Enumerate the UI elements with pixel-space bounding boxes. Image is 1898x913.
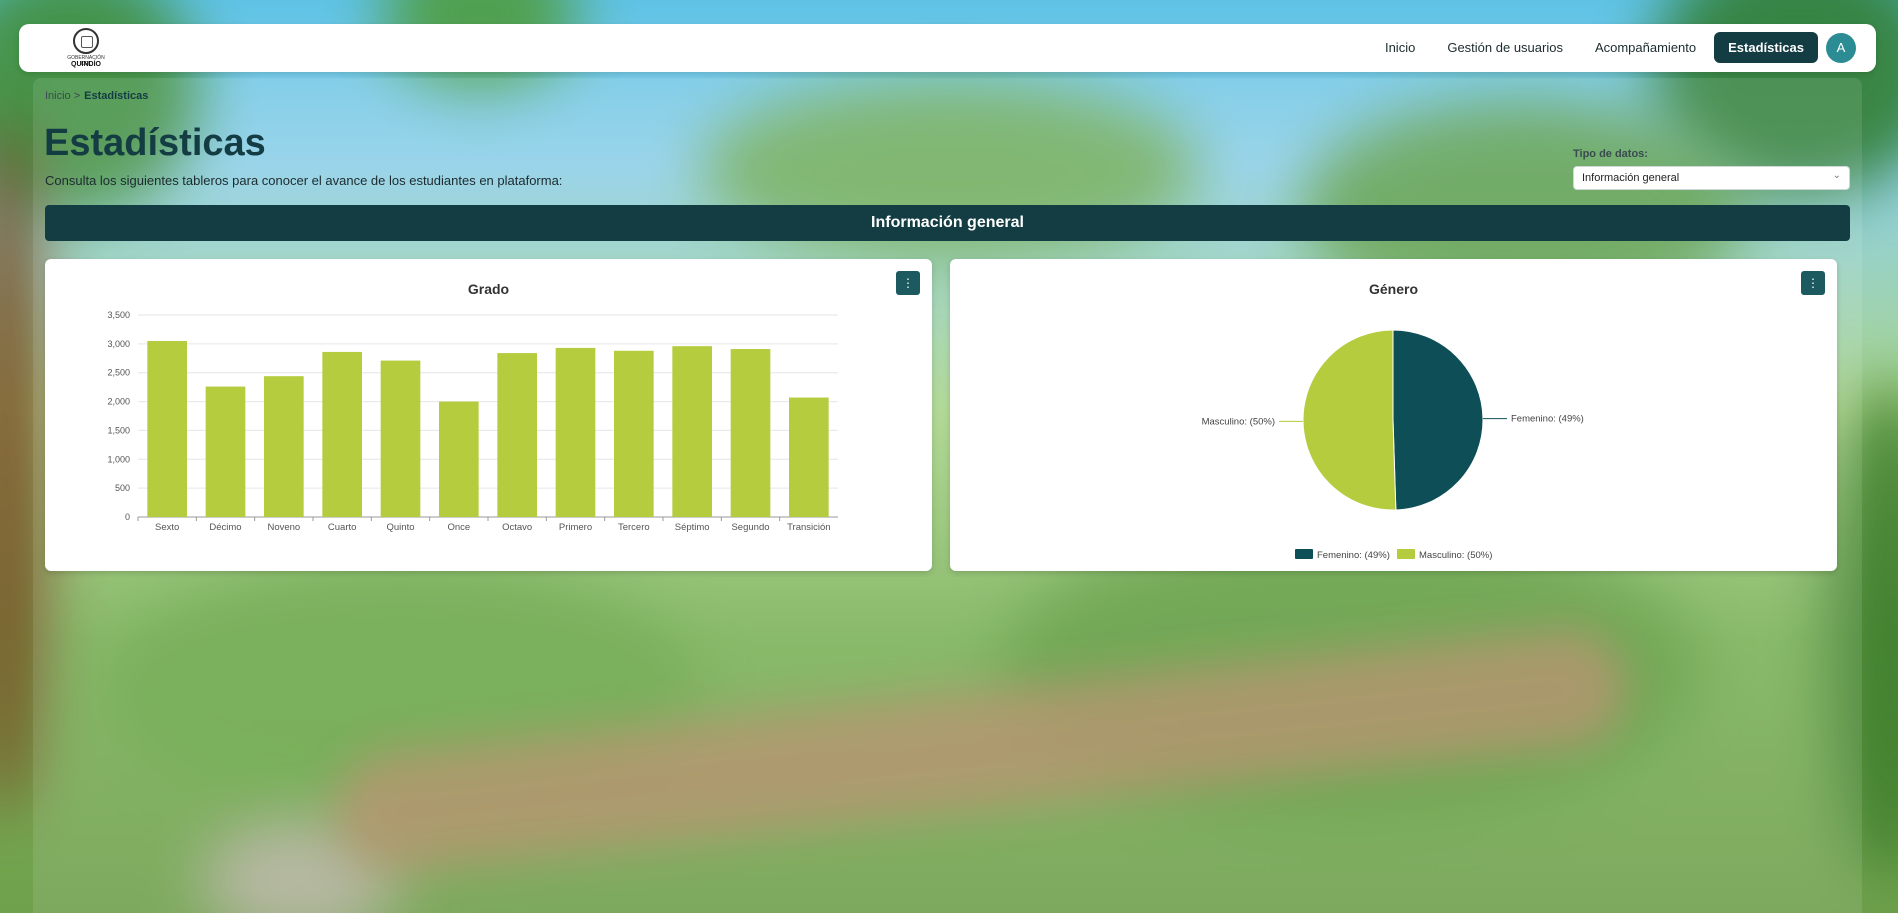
data-type-label: Tipo de datos:	[1573, 148, 1648, 160]
x-tick-label: Once	[447, 522, 470, 533]
legend-label[interactable]: Masculino: (50%)	[1419, 550, 1492, 561]
x-tick-label: Segundo	[731, 522, 769, 533]
seal-icon	[73, 28, 99, 54]
legend-swatch[interactable]	[1397, 549, 1415, 559]
user-avatar[interactable]: A	[1826, 32, 1856, 63]
nav-link-gestion-usuarios[interactable]: Gestión de usuarios	[1433, 32, 1577, 63]
x-tick-label: Séptimo	[675, 522, 710, 533]
nav-link-acompanamiento[interactable]: Acompañamiento	[1581, 32, 1710, 63]
pie-slice-femenino[interactable]	[1392, 329, 1484, 511]
nav-link-inicio[interactable]: Inicio	[1371, 32, 1429, 63]
top-navbar: GOBERNACIÓN DEL QUINDÍO Inicio Gestión d…	[19, 24, 1876, 72]
page-title: Estadísticas	[44, 122, 266, 164]
breadcrumb-home[interactable]: Inicio >	[45, 90, 80, 102]
grado-bar-chart: 0 500 1,000 1,500 2,000 2,500 3,000 3,500 Sexto D…	[107, 310, 838, 533]
y-tick-label: 0	[125, 512, 130, 522]
genero-pie-chart: Femenino: (49%) Masculino: (50%) Femenino:…	[1202, 329, 1584, 561]
logo-line-2: QUINDÍO	[71, 61, 101, 68]
data-type-selected-value: Información general	[1582, 172, 1680, 184]
bar-octavo[interactable]	[497, 353, 537, 517]
bar-tercero[interactable]	[614, 350, 654, 517]
x-tick-label: Noveno	[267, 522, 300, 533]
bar-noveno[interactable]	[264, 376, 304, 517]
y-tick-label: 3,000	[107, 339, 130, 349]
bar-séptimo[interactable]	[672, 346, 712, 517]
bar-transición[interactable]	[789, 397, 829, 517]
pie-slice-label: Femenino: (49%)	[1511, 414, 1584, 425]
x-tick-label: Octavo	[502, 522, 532, 533]
legend-label[interactable]: Femenino: (49%)	[1317, 550, 1390, 561]
y-tick-label: 3,500	[107, 310, 130, 320]
gobernacion-logo[interactable]: GOBERNACIÓN DEL QUINDÍO	[63, 28, 109, 70]
nav-menu: Inicio Gestión de usuarios Acompañamient…	[1371, 32, 1856, 63]
pie-slice-label: Masculino: (50%)	[1202, 416, 1275, 427]
y-tick-label: 1,500	[107, 425, 130, 435]
grado-chart-card: Grado ⋮ 0 500 1,000 1,500 2,000 2,500 3,000 3,5…	[45, 259, 932, 571]
y-tick-label: 2,000	[107, 397, 130, 407]
x-tick-label: Décimo	[209, 522, 241, 533]
bar-décimo[interactable]	[205, 386, 246, 517]
genero-chart-card: Género ⋮ Femenino: (49%) Masculino: (50%)…	[950, 259, 1837, 571]
x-tick-label: Cuarto	[328, 522, 357, 533]
bar-sexto[interactable]	[147, 340, 187, 517]
breadcrumb-current: Estadísticas	[84, 90, 149, 102]
nav-link-estadisticas[interactable]: Estadísticas	[1714, 32, 1818, 63]
bar-once[interactable]	[439, 401, 479, 517]
page-subtitle: Consulta los siguientes tableros para co…	[45, 173, 563, 188]
bar-cuarto[interactable]	[322, 351, 362, 517]
x-tick-label: Sexto	[155, 522, 179, 533]
chevron-down-icon: ⌄	[1832, 170, 1841, 181]
legend-swatch[interactable]	[1295, 549, 1313, 559]
y-tick-label: 500	[115, 483, 130, 493]
y-tick-label: 1,000	[107, 454, 130, 464]
pie-slice-masculino[interactable]	[1302, 329, 1397, 511]
section-banner: Información general	[45, 205, 1850, 241]
breadcrumb: Inicio > Estadísticas	[45, 90, 148, 102]
bar-quinto[interactable]	[380, 360, 421, 517]
x-tick-label: Transición	[787, 522, 830, 533]
y-tick-label: 2,500	[107, 368, 130, 378]
data-type-select[interactable]: Información general ⌄	[1573, 166, 1850, 190]
x-tick-label: Primero	[559, 522, 592, 533]
x-tick-label: Quinto	[387, 522, 415, 533]
bar-primero[interactable]	[555, 347, 596, 517]
bar-segundo[interactable]	[730, 349, 771, 517]
x-tick-label: Tercero	[618, 522, 650, 533]
